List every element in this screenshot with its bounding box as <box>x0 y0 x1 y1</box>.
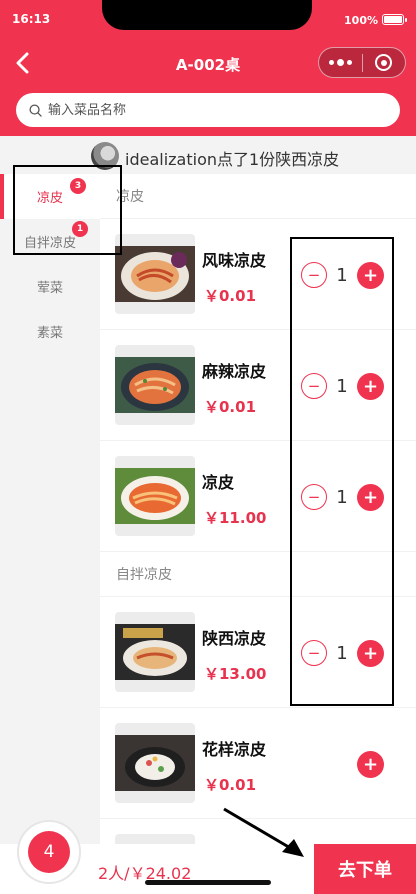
quantity-stepper: − 1 + <box>301 261 384 289</box>
sidebar-item-huncai[interactable]: 荤菜 <box>0 264 100 309</box>
list-item[interactable]: 陕西凉皮 ￥13.00 − 1 + <box>100 597 416 708</box>
increase-button[interactable]: + <box>357 261 384 289</box>
quantity-stepper: − 1 + <box>301 483 384 511</box>
quantity-value: 1 <box>336 486 348 508</box>
close-mini-program-button[interactable] <box>362 48 405 77</box>
checkout-button[interactable]: 去下单 <box>314 844 416 894</box>
dish-name: 凉皮 <box>202 473 235 492</box>
sidebar-item-label: 凉皮 <box>36 191 63 206</box>
sidebar-item-zibanliangpi[interactable]: 自拌凉皮 1 <box>0 219 100 264</box>
dot-icon <box>336 59 344 66</box>
dish-photo-icon <box>115 624 195 680</box>
category-sidebar: 凉皮 3 自拌凉皮 1 荤菜 素菜 <box>0 174 100 844</box>
list-item[interactable]: 风味凉皮 ￥0.01 − 1 + <box>100 219 416 330</box>
avatar <box>91 142 119 170</box>
decrease-button[interactable]: − <box>301 640 327 666</box>
dish-name: 陕西凉皮 <box>202 629 267 648</box>
cart-button[interactable]: 4 <box>17 820 81 884</box>
dot-icon <box>328 60 334 65</box>
dish-image <box>115 612 195 692</box>
increase-button[interactable]: + <box>357 750 384 778</box>
sidebar-item-label: 素菜 <box>36 326 63 341</box>
dish-price: ￥13.00 <box>204 665 267 683</box>
dish-price: ￥11.00 <box>204 509 267 527</box>
dish-name: 风味凉皮 <box>202 251 267 270</box>
decrease-button[interactable]: − <box>301 484 327 510</box>
nav-bar: A-002桌 <box>0 44 416 82</box>
dish-photo-icon <box>115 735 195 791</box>
sidebar-item-liangpi[interactable]: 凉皮 3 <box>0 174 100 219</box>
quantity-value: 1 <box>336 642 348 664</box>
dish-image <box>115 834 195 844</box>
menu-list: 凉皮 风味凉皮 ￥0.01 − 1 + 麻辣凉皮 ￥0.01 − 1 + 凉皮 … <box>100 174 416 844</box>
quantity-stepper: − 1 + <box>301 639 384 667</box>
device-notch <box>102 0 312 30</box>
increase-button[interactable]: + <box>357 639 384 667</box>
dish-price: ￥0.01 <box>204 287 257 305</box>
battery-icon <box>382 14 407 25</box>
order-notice: idealization点了1份陕西凉皮 <box>0 136 416 174</box>
dish-image <box>115 456 195 536</box>
battery-percent: 100% <box>344 14 378 27</box>
increase-button[interactable]: + <box>357 483 384 511</box>
count-badge: 3 <box>70 178 86 194</box>
dish-price: ￥0.01 <box>204 398 257 416</box>
sidebar-item-sucai[interactable]: 素菜 <box>0 309 100 354</box>
home-indicator <box>145 880 271 885</box>
search-icon <box>29 103 42 117</box>
dish-photo-icon <box>115 246 195 302</box>
search-input[interactable] <box>48 102 368 118</box>
list-item[interactable]: 麻辣凉皮 ￥0.01 − 1 + <box>100 330 416 441</box>
dish-photo-icon <box>115 468 195 524</box>
more-menu-button[interactable] <box>319 48 362 77</box>
dot-icon <box>346 60 352 65</box>
dish-photo-icon <box>115 357 195 413</box>
list-item[interactable]: 花样凉皮 ￥0.01 + <box>100 708 416 819</box>
sidebar-item-label: 自拌凉皮 <box>23 236 76 251</box>
section-title: 自拌凉皮 <box>100 552 416 597</box>
notice-message: idealization点了1份陕西凉皮 <box>125 150 340 169</box>
app-screen: 16:13 100% A-002桌 输入菜品名称 idealization点了1… <box>0 0 416 894</box>
search-bar[interactable] <box>16 93 400 127</box>
quantity-stepper: + <box>357 750 384 778</box>
section-title: 凉皮 <box>100 174 416 219</box>
count-badge: 1 <box>72 221 88 237</box>
header: 16:13 100% A-002桌 <box>0 0 416 136</box>
decrease-button[interactable]: − <box>301 373 327 399</box>
mini-program-capsule <box>318 47 406 78</box>
increase-button[interactable]: + <box>357 372 384 400</box>
quantity-value: 1 <box>336 375 348 397</box>
dish-image <box>115 723 195 803</box>
status-time: 16:13 <box>12 12 51 26</box>
quantity-value: 1 <box>336 264 348 286</box>
dish-image <box>115 345 195 425</box>
list-item[interactable] <box>100 819 416 844</box>
dish-name: 麻辣凉皮 <box>202 362 267 381</box>
decrease-button[interactable]: − <box>301 262 327 288</box>
quantity-stepper: − 1 + <box>301 372 384 400</box>
dish-name: 花样凉皮 <box>202 740 267 759</box>
target-icon <box>375 54 393 71</box>
list-item[interactable]: 凉皮 ￥11.00 − 1 + <box>100 441 416 552</box>
cart-count: 4 <box>28 831 70 873</box>
status-bar: 16:13 100% <box>0 0 416 40</box>
dish-price: ￥0.01 <box>204 776 257 794</box>
sidebar-item-label: 荤菜 <box>36 281 63 296</box>
dish-image <box>115 234 195 314</box>
